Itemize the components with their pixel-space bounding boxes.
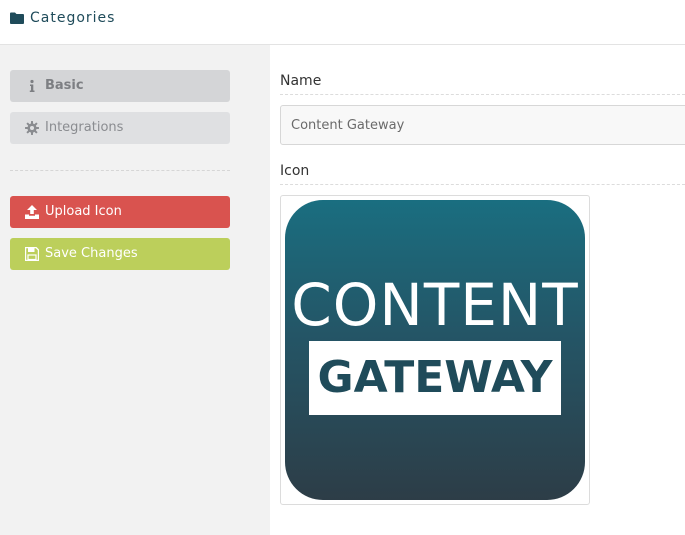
icon-image-line1: CONTENT	[291, 271, 579, 339]
info-icon	[29, 79, 35, 92]
save-changes-label: Save Changes	[45, 246, 138, 261]
name-input[interactable]	[280, 105, 685, 145]
icon-preview: CONTENT GATEWAY	[280, 195, 590, 505]
icon-image-band: GATEWAY	[309, 341, 561, 415]
page-header: Categories	[0, 0, 685, 45]
main-panel: Name Icon CONTENT GATEWAY	[270, 45, 685, 535]
tab-integrations-label: Integrations	[45, 120, 124, 135]
tab-basic[interactable]: Basic	[10, 70, 230, 102]
upload-icon-label: Upload Icon	[45, 204, 122, 219]
tab-integrations[interactable]: Integrations	[10, 112, 230, 144]
sidebar: Basic Integrations Upload Icon Save Chan…	[0, 45, 270, 535]
tab-basic-label: Basic	[45, 78, 84, 93]
folder-icon	[10, 12, 24, 24]
upload-icon-button[interactable]: Upload Icon	[10, 196, 230, 228]
floppy-disk-icon	[25, 247, 39, 261]
icon-field-label: Icon	[280, 163, 310, 179]
category-icon-image: CONTENT GATEWAY	[285, 200, 585, 500]
name-divider	[280, 94, 685, 95]
icon-divider	[280, 184, 685, 185]
icon-image-line2: GATEWAY	[317, 352, 553, 403]
sidebar-divider	[10, 170, 230, 171]
save-changes-button[interactable]: Save Changes	[10, 238, 230, 270]
upload-icon	[25, 205, 39, 219]
page-title: Categories	[30, 10, 116, 26]
name-field-label: Name	[280, 73, 322, 89]
gear-icon	[25, 121, 39, 135]
